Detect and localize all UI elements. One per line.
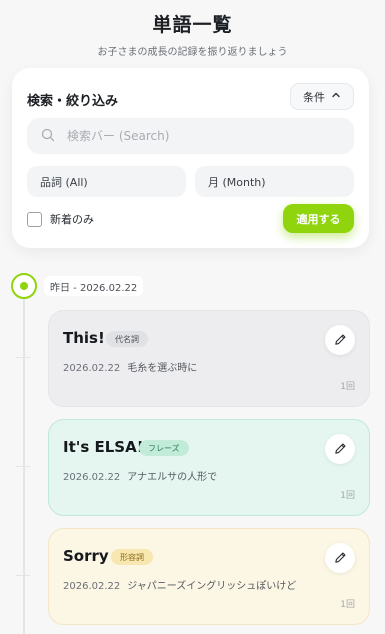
word-card[interactable]: This! 代名詞 2026.02.22 毛糸を選ぶ時に 1回 <box>48 310 370 407</box>
condition-button-label: 条件 <box>303 90 325 104</box>
word-date: 2026.02.22 <box>63 472 121 483</box>
search-icon <box>41 127 55 146</box>
timeline-tick <box>16 575 30 576</box>
part-of-speech-badge: フレーズ <box>139 440 189 456</box>
word-note: 毛糸を選ぶ時に <box>127 363 198 374</box>
edit-button[interactable] <box>325 434 355 464</box>
pencil-icon <box>334 549 347 568</box>
filter-title: 検索・絞り込み <box>27 94 119 109</box>
timeline-line <box>23 296 25 634</box>
word-meta: 2026.02.22 毛糸を選ぶ時に <box>63 359 197 374</box>
word-count: 1回 <box>340 382 355 392</box>
apply-button[interactable]: 適用する <box>283 204 354 233</box>
chevron-up-icon <box>331 90 341 103</box>
word-count: 1回 <box>340 600 355 610</box>
word-count: 1回 <box>340 491 355 501</box>
word-note: アナエルサの人形で <box>127 472 218 483</box>
pencil-icon <box>334 440 347 459</box>
search-input[interactable] <box>67 129 317 143</box>
word-date: 2026.02.22 <box>63 581 121 592</box>
timeline-date-label: 昨日 - 2026.02.22 <box>44 276 144 296</box>
month-select[interactable]: 月 (Month) <box>195 166 354 197</box>
edit-button[interactable] <box>325 325 355 355</box>
word-text: It's ELSA! <box>63 438 144 456</box>
part-of-speech-badge: 形容詞 <box>111 549 153 565</box>
word-meta: 2026.02.22 アナエルサの人形で <box>63 468 217 483</box>
edit-button[interactable] <box>325 543 355 573</box>
timeline-tick <box>16 357 30 358</box>
word-text: This! <box>63 329 105 347</box>
timeline-marker <box>11 273 37 299</box>
pencil-icon <box>334 331 347 350</box>
word-meta: 2026.02.22 ジャパニーズイングリッシュぽいけど <box>63 577 296 592</box>
filter-panel: 検索・絞り込み 条件 品詞 (All) 月 (Month) 新着のみ 適用する <box>12 68 369 248</box>
timeline-tick <box>16 466 30 467</box>
word-text: Sorry <box>63 547 109 565</box>
page-title: 単語一覧 <box>152 14 233 36</box>
new-only-label: 新着のみ <box>50 213 94 226</box>
word-card[interactable]: Sorry 形容詞 2026.02.22 ジャパニーズイングリッシュぽいけど 1回 <box>48 528 370 625</box>
condition-toggle-button[interactable]: 条件 <box>290 83 354 110</box>
word-card[interactable]: It's ELSA! フレーズ 2026.02.22 アナエルサの人形で 1回 <box>48 419 370 516</box>
word-date: 2026.02.22 <box>63 363 121 374</box>
new-only-toggle[interactable]: 新着のみ <box>27 211 94 227</box>
page-subtitle: お子さまの成長の記録を振り返りましょう <box>97 47 288 58</box>
search-bar[interactable] <box>27 118 354 154</box>
page-header: 単語一覧 お子さまの成長の記録を振り返りましょう <box>0 0 385 58</box>
new-only-checkbox[interactable] <box>27 211 42 227</box>
part-of-speech-badge: 代名詞 <box>106 331 148 347</box>
word-note: ジャパニーズイングリッシュぽいけど <box>127 581 297 592</box>
part-of-speech-select[interactable]: 品詞 (All) <box>27 166 186 197</box>
timeline-marker-dot <box>20 282 28 290</box>
